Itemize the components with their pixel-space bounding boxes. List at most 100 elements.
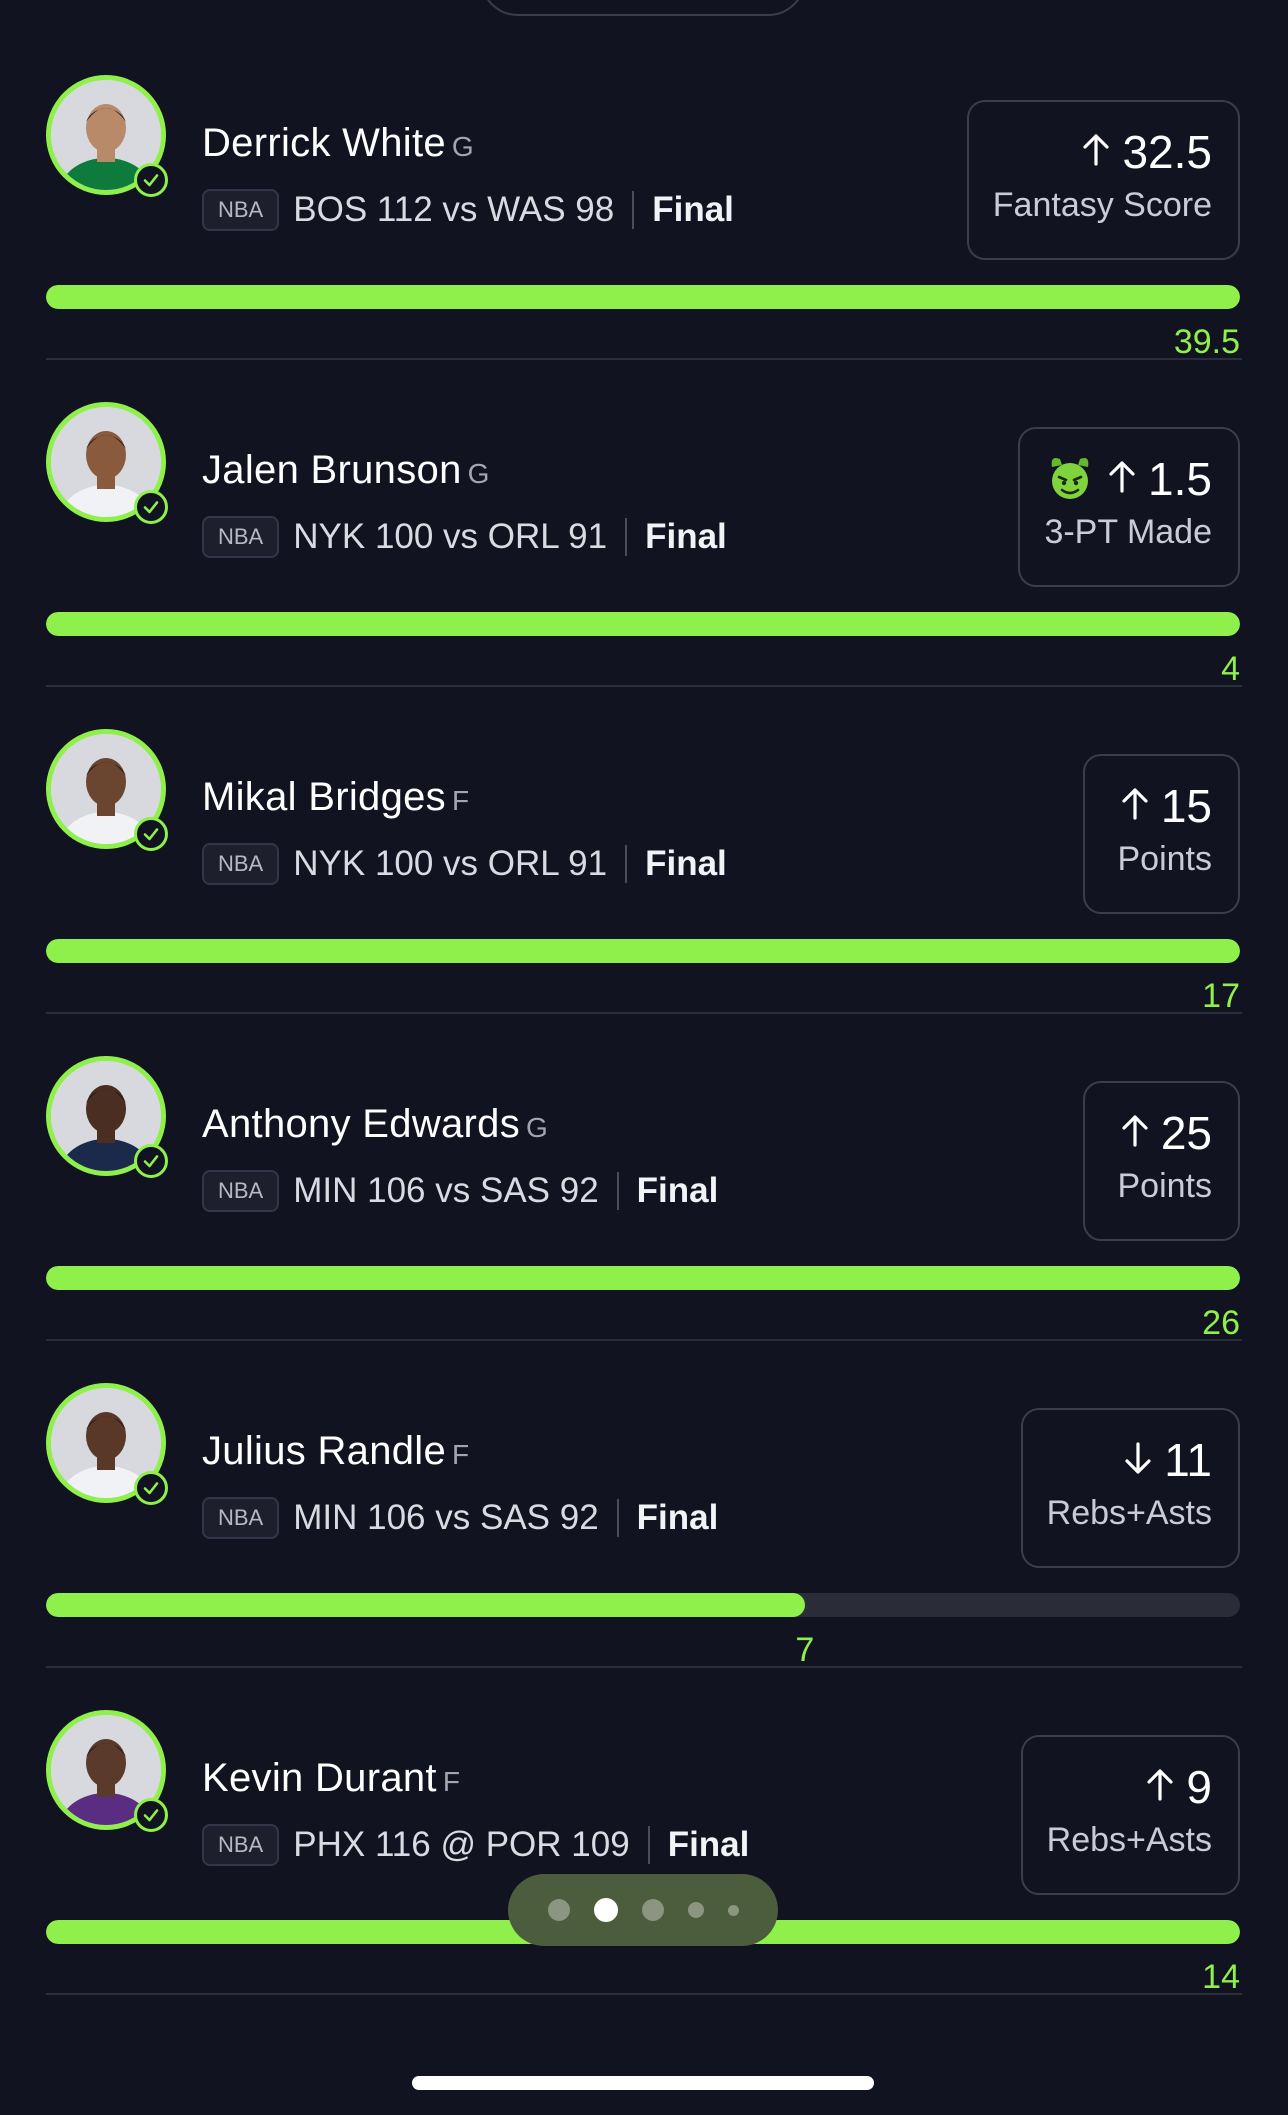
projection-value: 1.5 [1148,453,1212,505]
player-pick-row-3[interactable]: Mikal Bridges F NBA NYK 100 vs ORL 91 Fin… [0,687,1288,1015]
player-avatar [46,1383,168,1505]
projection-line: 9 [1047,1759,1212,1815]
player-name-line: Jalen Brunson G [202,448,489,493]
player-name-line: Julius Randle F [202,1429,469,1474]
check-icon [134,490,168,524]
game-status: Final [636,1498,719,1537]
arrow-down-icon [1122,1440,1154,1481]
player-name: Anthony Edwards [202,1102,521,1146]
projection-line: 25 [1109,1105,1212,1161]
separator [625,845,628,883]
page-dot-1[interactable] [547,1899,570,1921]
game-info: NBA NYK 100 vs ORL 91 Final [202,843,727,885]
page-dot-2[interactable] [593,1898,618,1922]
projection-box[interactable]: 9 Rebs+Asts [1020,1735,1240,1895]
progress-fill [46,612,1240,636]
player-avatar [46,729,168,851]
stat-type: Rebs+Asts [1046,1494,1212,1532]
player-position: F [442,1766,460,1797]
separator [616,1172,619,1210]
stat-type: Points [1117,840,1213,878]
league-badge: NBA [202,1824,280,1866]
separator [616,1499,619,1537]
projection-line: 15 [1109,778,1212,834]
projection-box[interactable]: 11 Rebs+Asts [1020,1408,1240,1568]
projection-box[interactable]: 1.5 3-PT Made [1018,427,1240,587]
player-pick-row-5[interactable]: Julius Randle F NBA MIN 106 vs SAS 92 Fin… [0,1341,1288,1669]
actual-value: 4 [1221,650,1240,688]
projection-box[interactable]: 32.5 Fantasy Score [966,100,1240,260]
player-position: G [467,458,490,489]
check-icon [134,163,168,197]
game-score: PHX 116 @ POR 109 [293,1825,630,1864]
game-info: NBA NYK 100 vs ORL 91 Final [202,516,727,558]
stat-type: Rebs+Asts [1046,1821,1212,1859]
game-score: NYK 100 vs ORL 91 [293,517,608,556]
check-icon [134,1471,168,1505]
page-dot-4[interactable] [687,1902,704,1918]
game-score: BOS 112 vs WAS 98 [293,190,615,229]
actual-value: 26 [1202,1304,1240,1342]
player-name-line: Derrick White G [202,121,474,166]
game-status: Final [667,1825,750,1864]
game-status: Final [636,1171,719,1210]
stat-type: Points [1117,1167,1213,1205]
league-badge: NBA [202,1497,280,1539]
player-position: F [452,1439,470,1470]
page-dot-5[interactable] [727,1904,739,1916]
game-info: NBA PHX 116 @ POR 109 Final [202,1824,749,1866]
progress-bar [46,1266,1240,1290]
progress-bar [46,612,1240,636]
game-status: Final [645,844,727,883]
separator [647,1826,650,1864]
player-name: Derrick White [202,121,446,165]
projection-box[interactable]: 25 Points [1082,1081,1240,1241]
check-icon [134,1798,168,1832]
player-pick-row-1[interactable]: Derrick White G NBA BOS 112 vs WAS 98 Fin… [0,33,1288,361]
player-avatar [46,402,168,524]
arrow-up-icon [1144,1767,1176,1808]
check-icon [134,1144,168,1178]
player-pick-row-4[interactable]: Anthony Edwards G NBA MIN 106 vs SAS 92 F… [0,1014,1288,1342]
progress-bar [46,285,1240,309]
player-name: Julius Randle [202,1429,447,1473]
progress-fill [46,1266,1240,1290]
projection-value: 11 [1164,1434,1212,1486]
game-info: NBA BOS 112 vs WAS 98 Final [202,189,734,231]
page-indicator[interactable] [508,1874,778,1946]
home-indicator[interactable] [412,2076,874,2090]
page-dot-3[interactable] [641,1899,664,1921]
league-badge: NBA [202,189,280,231]
projection-value: 32.5 [1122,126,1212,178]
arrow-up-icon [1080,132,1112,173]
player-name: Kevin Durant [202,1756,437,1800]
actual-value: 14 [1202,1958,1240,1996]
player-name-line: Anthony Edwards G [202,1102,548,1147]
player-position: F [451,785,470,816]
top-segment-tab[interactable] [480,0,806,16]
stat-type: 3-PT Made [1044,513,1212,551]
row-divider [46,1993,1242,1995]
projection-value: 25 [1160,1107,1212,1159]
league-badge: NBA [202,1170,280,1212]
league-badge: NBA [202,516,280,558]
projection-box[interactable]: 15 Points [1082,754,1240,914]
actual-value: 17 [1202,977,1240,1015]
projection-line: 32.5 [993,124,1212,180]
separator [632,191,635,229]
player-name-line: Mikal Bridges F [202,775,469,820]
game-status: Final [652,190,734,229]
game-status: Final [645,517,727,556]
game-score: NYK 100 vs ORL 91 [293,844,608,883]
player-name: Mikal Bridges [202,775,446,819]
projection-value: 15 [1160,780,1212,832]
projection-value: 9 [1186,1761,1212,1813]
player-position: G [451,131,474,162]
player-pick-row-2[interactable]: Jalen Brunson G NBA NYK 100 vs ORL 91 Fin… [0,360,1288,688]
player-avatar [46,1710,168,1832]
actual-value: 39.5 [1173,323,1240,361]
arrow-up-icon [1119,786,1151,827]
game-info: NBA MIN 106 vs SAS 92 Final [202,1497,718,1539]
check-icon [134,817,168,851]
game-info: NBA MIN 106 vs SAS 92 Final [202,1170,718,1212]
